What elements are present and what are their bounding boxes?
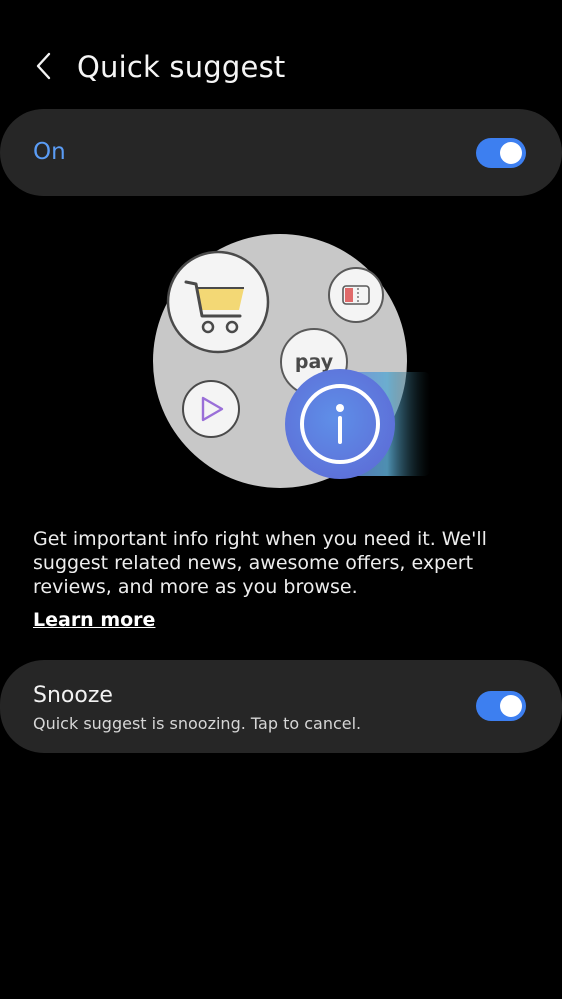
snooze-title: Snooze	[33, 683, 113, 708]
page-title: Quick suggest	[77, 50, 286, 84]
toggle-knob	[500, 142, 522, 164]
info-icon	[285, 369, 430, 479]
snooze-subtitle: Quick suggest is snoozing. Tap to cancel…	[33, 714, 362, 733]
back-button[interactable]	[26, 48, 62, 84]
learn-more-link[interactable]: Learn more	[33, 607, 155, 633]
shopping-cart-icon	[166, 250, 270, 354]
master-switch-toggle[interactable]	[476, 138, 526, 168]
play-icon	[182, 380, 240, 438]
toggle-knob	[500, 695, 522, 717]
pay-text: pay	[295, 351, 334, 373]
quick-suggest-illustration: pay	[150, 232, 440, 492]
back-arrow-icon	[36, 52, 51, 80]
snooze-toggle[interactable]	[476, 691, 526, 721]
ticket-icon	[328, 267, 384, 323]
master-switch-label: On	[33, 139, 66, 165]
feature-description: Get important info right when you need i…	[33, 528, 487, 598]
